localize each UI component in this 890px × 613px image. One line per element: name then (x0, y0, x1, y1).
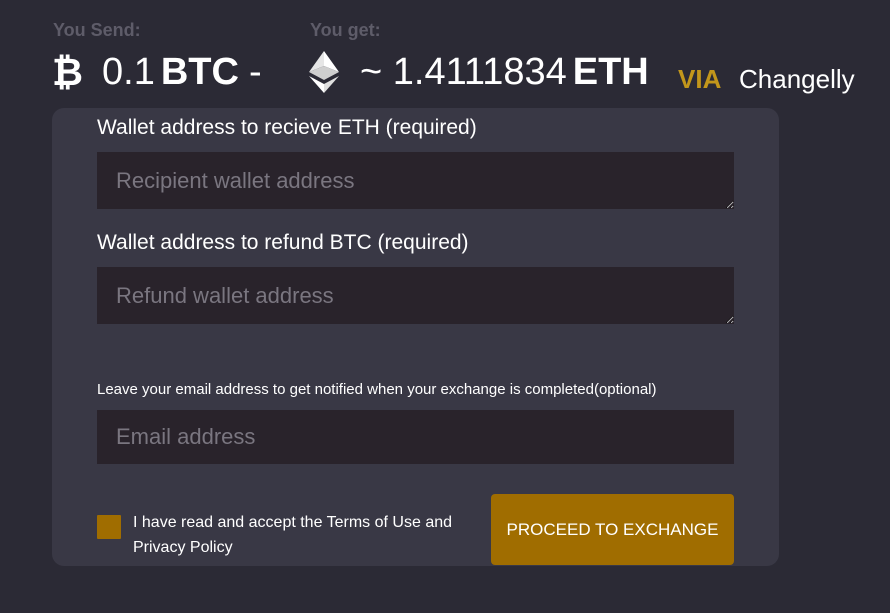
amount-separator: - (248, 51, 262, 93)
provider-name: Changelly (739, 64, 855, 94)
via-label: VIA (678, 64, 722, 94)
terms-label: I have read and accept the Terms of Use … (133, 514, 453, 556)
recipient-address-input[interactable] (97, 152, 734, 209)
proceed-to-exchange-button[interactable]: PROCEED TO EXCHANGE (491, 494, 734, 565)
email-input[interactable] (97, 410, 734, 464)
send-amount: 0.1 BTC - (102, 48, 262, 96)
ethereum-icon (309, 51, 339, 93)
terms-checkbox[interactable] (97, 515, 121, 539)
get-currency: ETH (572, 51, 649, 93)
get-amount: ~ 1.4111834 ETH (360, 48, 649, 96)
email-label: Leave your email address to get notified… (97, 381, 657, 398)
get-amount-value: ~ 1.4111834 (360, 51, 567, 93)
send-amount-value: 0.1 (102, 51, 155, 93)
refund-address-input[interactable] (97, 267, 734, 324)
exchange-summary: You Send: You get: ₿ 0.1 BTC - ~ 1.4111834… (0, 0, 890, 110)
you-get-label: You get: (310, 20, 381, 40)
you-send-label: You Send: (53, 20, 141, 40)
refund-address-label: Wallet address to refund BTC (required) (97, 231, 469, 254)
bitcoin-icon: ₿ (52, 50, 83, 94)
recipient-address-label: Wallet address to recieve ETH (required) (97, 116, 477, 139)
send-currency: BTC (160, 51, 239, 93)
